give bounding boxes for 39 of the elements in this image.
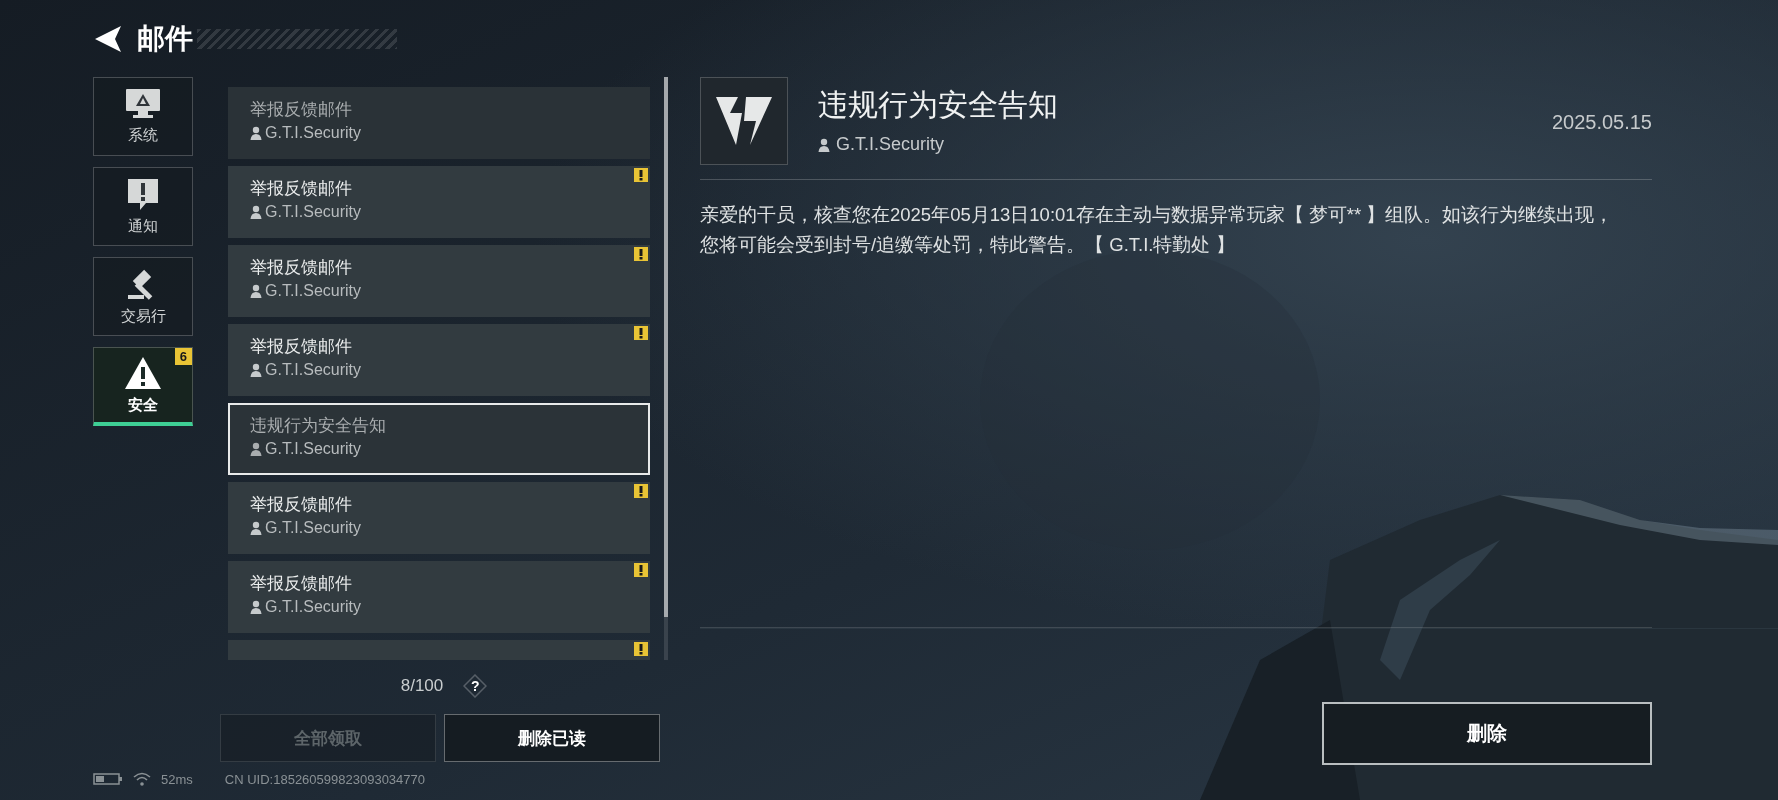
delete-button[interactable]: 删除 [1322,702,1652,765]
person-icon [250,600,262,614]
mail-item[interactable]: 举报反馈邮件 G.T.I.Security [228,245,650,317]
person-icon [250,521,262,535]
uid-text: CN UID:185260599823093034770 [224,771,425,787]
ping-text: 52ms [161,771,193,787]
mail-item[interactable]: 举报反馈邮件 G.T.I.Security [228,166,650,238]
page-title: 邮件 [137,21,193,56]
mail-item[interactable]: 举报反馈邮件 G.T.I.Security [228,87,650,159]
person-icon [250,205,262,219]
back-icon[interactable] [93,23,123,54]
scrollbar[interactable] [664,77,668,660]
mail-count: 8/100 [400,676,444,696]
person-icon [250,442,262,456]
person-icon [250,126,262,140]
mail-item[interactable]: 违规行为安全告知 G.T.I.Security [228,403,650,475]
help-button[interactable]: ? [463,674,488,698]
category-tab[interactable]: 安全 6 [93,347,193,426]
battery-icon [93,772,123,786]
person-icon [250,363,262,377]
category-tab[interactable]: 交易行 [93,257,193,336]
person-icon [818,137,830,152]
mail-item[interactable]: 举报反馈邮件 G.T.I.Security [228,324,650,396]
mail-item[interactable]: 举报反馈邮件 G.T.I.Security [228,561,650,633]
monitor-icon [125,88,161,120]
person-icon [250,284,262,298]
speech-alert-icon [126,177,160,211]
category-tab[interactable]: 系统 [93,77,193,156]
emblem-icon [700,77,788,165]
count-badge: 6 [174,348,192,365]
wifi-icon [133,772,151,786]
mail-date: 2025.05.15 [1551,110,1652,134]
delete-read-button[interactable]: 删除已读 [444,714,660,762]
mail-title: 违规行为安全告知 [818,87,1059,123]
mail-body: 亲爱的干员，核查您在2025年05月13日10:01存在主动与数据异常玩家【 梦可** 】组队。如该行为继续出现，您将可能会受到封号/追缴等处罚，特此警告。【 G.T.I.特勤处 】 [700,203,1615,257]
warning-icon [124,355,162,390]
mail-item[interactable]: 举报反馈邮件 G.T.I.Security [228,482,650,554]
sender-name: G.T.I.Security [836,134,945,155]
category-tab[interactable]: 通知 [93,167,193,246]
